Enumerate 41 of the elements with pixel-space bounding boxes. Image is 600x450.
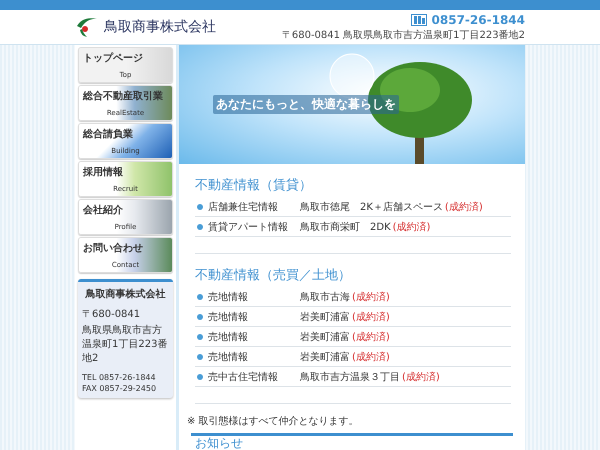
- company-address: 鳥取県鳥取市吉方温泉町1丁目223番地2: [82, 324, 168, 365]
- building-icon: [410, 14, 427, 26]
- listing-link[interactable]: 賃貸アパート情報: [208, 220, 300, 234]
- bullet-icon: [197, 334, 203, 340]
- listing-link[interactable]: 売中古住宅情報: [208, 370, 300, 384]
- bullet-icon: [197, 204, 203, 210]
- section-title: 不動産情報（売買／土地）: [195, 267, 352, 284]
- listing-location: 岩美町浦富: [300, 350, 350, 364]
- status-label: (成約済): [402, 370, 440, 384]
- footnote: ※ 取引態様はすべて仲介となります。: [186, 414, 360, 429]
- listing-location: 鳥取市商栄町 2DK: [300, 220, 391, 234]
- postal-code: 〒680-0841: [82, 308, 142, 321]
- status-label: (成約済): [352, 310, 390, 324]
- bullet-icon: [197, 374, 203, 380]
- status-label: (成約済): [352, 350, 390, 364]
- fax-number: FAX 0857-29-2450: [82, 384, 158, 393]
- company-name: 鳥取商事株式会社: [84, 287, 166, 301]
- listing-link[interactable]: 店舗兼住宅情報: [208, 200, 300, 214]
- bullet-icon: [197, 294, 203, 300]
- phone-number: 0857-26-1844: [432, 12, 525, 26]
- listing-link[interactable]: 売地情報: [208, 330, 300, 344]
- listing-link[interactable]: 売地情報: [208, 290, 300, 304]
- company-name: 鳥取商事株式会社: [104, 18, 216, 36]
- listing-link[interactable]: 売地情報: [208, 350, 300, 364]
- listing-location: 鳥取市徳尾 2K＋店舗スペース: [300, 200, 443, 214]
- listing-location: 鳥取市古海: [300, 290, 350, 304]
- status-label: (成約済): [392, 220, 430, 234]
- listing-location: 鳥取市吉方温泉３丁目: [300, 370, 400, 384]
- company-address: 〒680-0841 鳥取県鳥取市吉方温泉町1丁目223番地2: [282, 28, 525, 42]
- listing-location: 岩美町浦富: [300, 310, 350, 324]
- bullet-icon: [197, 224, 203, 230]
- phone-number: TEL 0857-26-1844: [82, 373, 157, 382]
- section-title: 不動産情報（賃貸）: [195, 177, 313, 194]
- news-heading: お知らせ: [191, 433, 513, 450]
- status-label: (成約済): [444, 200, 483, 214]
- listing-link[interactable]: 売地情報: [208, 310, 300, 324]
- listing-location: 岩美町浦富: [300, 330, 350, 344]
- status-label: (成約済): [352, 330, 390, 344]
- status-label: (成約済): [352, 290, 390, 304]
- bullet-icon: [197, 314, 203, 320]
- bullet-icon: [197, 354, 203, 360]
